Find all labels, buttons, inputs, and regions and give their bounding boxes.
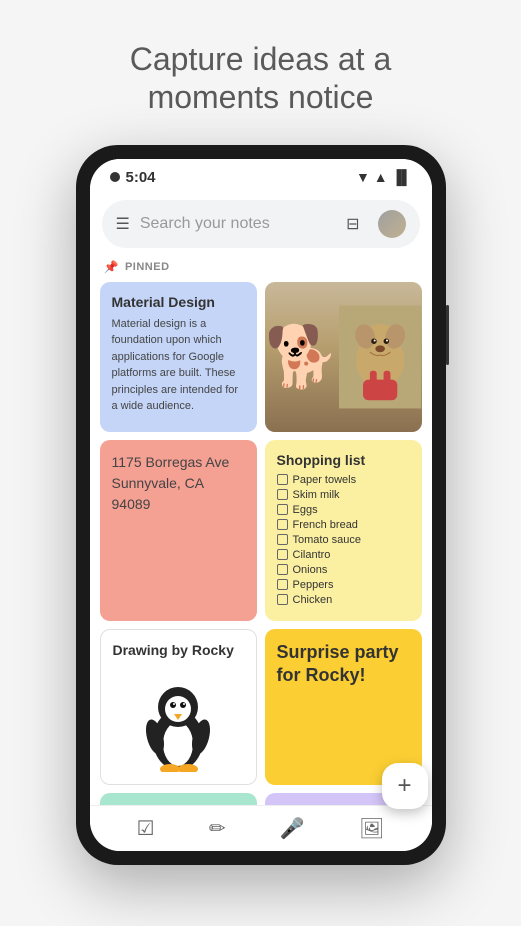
checkbox[interactable]: [277, 534, 288, 545]
note-drawing[interactable]: Drawing by Rocky: [100, 629, 257, 785]
fab-icon: +: [397, 772, 411, 800]
checkbox[interactable]: [277, 489, 288, 500]
item-text: Peppers: [293, 579, 334, 591]
signal-icon: ▼: [356, 169, 370, 185]
item-text: Tomato sauce: [293, 534, 361, 546]
nav-draw-icon[interactable]: ✏: [209, 816, 226, 841]
headline: Capture ideas at a moments notice: [90, 40, 432, 117]
checkbox[interactable]: [277, 564, 288, 575]
bottom-notes-row: Books: [100, 793, 422, 805]
status-bar: 5:04 ▼ ▲ ▐▌: [90, 159, 432, 192]
checklist-item: Skim milk: [277, 489, 410, 501]
notes-grid: Material Design Material design is a fou…: [100, 282, 422, 785]
checklist-item: Tomato sauce: [277, 534, 410, 546]
item-text: French bread: [293, 519, 358, 531]
pin-icon: 📌: [104, 260, 119, 274]
nav-checklist-icon[interactable]: ☑: [137, 816, 155, 841]
shopping-list-title: Shopping list: [277, 452, 410, 468]
checkbox[interactable]: [277, 504, 288, 515]
checkbox[interactable]: [277, 519, 288, 530]
layout-icon[interactable]: ⊟: [346, 214, 359, 234]
note-address[interactable]: 1175 Borregas Ave Sunnyvale, CA 94089: [100, 440, 257, 621]
status-right: ▼ ▲ ▐▌: [356, 169, 412, 185]
phone-screen: 5:04 ▼ ▲ ▐▌ ☰ Search your notes ⊟ 📌 PINN…: [90, 159, 432, 851]
checkbox[interactable]: [277, 594, 288, 605]
checkbox[interactable]: [277, 474, 288, 485]
item-text: Cilantro: [293, 549, 331, 561]
item-text: Eggs: [293, 504, 318, 516]
note-material-design[interactable]: Material Design Material design is a fou…: [100, 282, 257, 432]
penguin-drawing: [113, 664, 244, 772]
hamburger-icon[interactable]: ☰: [116, 214, 130, 234]
avatar[interactable]: [378, 210, 406, 238]
status-left: 5:04: [110, 169, 156, 186]
item-text: Paper towels: [293, 474, 357, 486]
note-body: Material design is a foundation upon whi…: [112, 316, 245, 415]
item-text: Onions: [293, 564, 328, 576]
dog-image: [265, 282, 422, 432]
time-display: 5:04: [126, 169, 156, 186]
note-body-address: 1175 Borregas Ave Sunnyvale, CA 94089: [112, 452, 245, 515]
note-surprise[interactable]: Surprise party for Rocky!: [265, 629, 422, 785]
note-dog-photo[interactable]: [265, 282, 422, 432]
battery-icon: ▐▌: [392, 169, 412, 185]
pinned-section-label: 📌 PINNED: [90, 256, 432, 282]
side-button: [446, 305, 449, 365]
nav-mic-icon[interactable]: 🎤: [280, 816, 305, 841]
search-placeholder: Search your notes: [140, 215, 336, 233]
checklist-item: French bread: [277, 519, 410, 531]
note-title: Material Design: [112, 294, 245, 310]
checklist-item: Chicken: [277, 594, 410, 606]
bottom-nav: ☑ ✏ 🎤 🖼: [90, 805, 432, 851]
wifi-icon: ▲: [374, 169, 388, 185]
camera-dot: [110, 172, 120, 182]
headline-line1: Capture ideas at a: [130, 41, 392, 77]
checklist-item: Paper towels: [277, 474, 410, 486]
note-shopping-list[interactable]: Shopping list Paper towels Skim milk Egg…: [265, 440, 422, 621]
nav-image-icon[interactable]: 🖼: [359, 816, 384, 841]
search-bar[interactable]: ☰ Search your notes ⊟: [102, 200, 420, 248]
phone-body: 5:04 ▼ ▲ ▐▌ ☰ Search your notes ⊟ 📌 PINN…: [76, 145, 446, 865]
surprise-title: Surprise party for Rocky!: [277, 641, 410, 688]
checkbox[interactable]: [277, 549, 288, 560]
checklist-item: Peppers: [277, 579, 410, 591]
pinned-text: PINNED: [125, 261, 170, 273]
item-text: Chicken: [293, 594, 333, 606]
phone-mockup: 5:04 ▼ ▲ ▐▌ ☰ Search your notes ⊟ 📌 PINN…: [76, 145, 446, 865]
drawing-title: Drawing by Rocky: [113, 642, 244, 658]
fab-button[interactable]: +: [382, 763, 428, 809]
checklist-item: Cilantro: [277, 549, 410, 561]
notes-scroll-area[interactable]: Material Design Material design is a fou…: [90, 282, 432, 805]
item-text: Skim milk: [293, 489, 340, 501]
checklist-item: Eggs: [277, 504, 410, 516]
headline-line2: moments notice: [148, 79, 374, 115]
checklist-item: Onions: [277, 564, 410, 576]
checkbox[interactable]: [277, 579, 288, 590]
note-books[interactable]: Books: [100, 793, 257, 805]
